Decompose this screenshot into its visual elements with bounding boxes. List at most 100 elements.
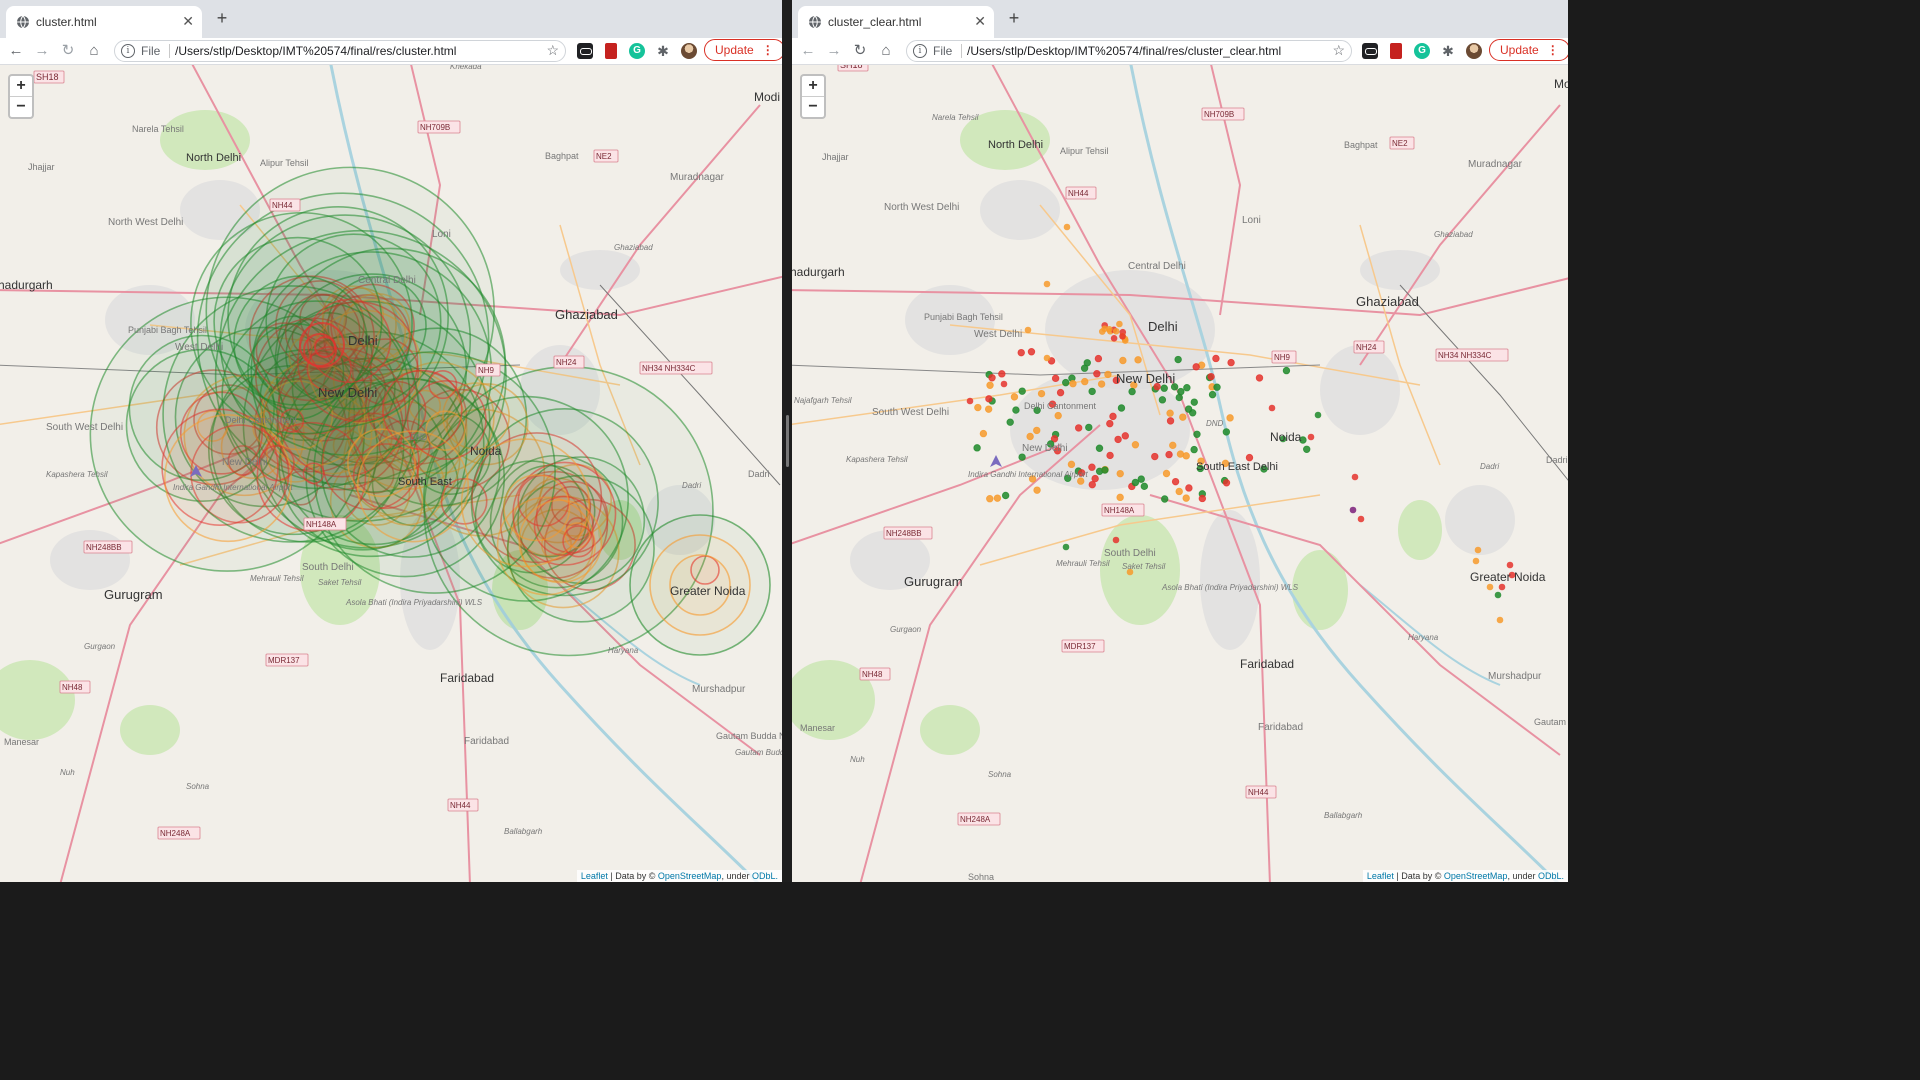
data-point xyxy=(1314,411,1322,419)
leaflet-map[interactable]: SH18 Khekada Modi Narela Tehsil NH709B North … xyxy=(0,65,782,882)
zoom-in-button[interactable]: + xyxy=(802,76,824,97)
data-point xyxy=(1101,466,1109,474)
window-divider[interactable] xyxy=(782,0,792,882)
data-point xyxy=(1188,409,1197,417)
cluster-circle xyxy=(518,499,603,584)
map-canvas[interactable]: SH18 Khekada Modi Narela Tehsil NH709B North … xyxy=(0,65,782,882)
address-bar[interactable]: i File /Users/stlp/Desktop/IMT%20574/fin… xyxy=(906,40,1352,62)
urban-area xyxy=(560,250,640,290)
leaflet-link[interactable]: Leaflet xyxy=(1367,871,1394,881)
place-label: Saket Tehsil xyxy=(318,578,362,587)
place-label: Najafgarh Tehsil xyxy=(794,396,852,405)
place-label: West Delhi xyxy=(974,329,1022,340)
place-label: NH24 xyxy=(1356,343,1377,352)
grammarly-icon[interactable]: G xyxy=(1414,43,1430,59)
park-area xyxy=(1292,550,1348,630)
data-point xyxy=(1081,377,1089,386)
new-tab-button[interactable]: + xyxy=(1004,8,1024,29)
back-button[interactable]: ← xyxy=(798,41,818,61)
profile-avatar[interactable] xyxy=(681,43,697,59)
forward-button[interactable]: → xyxy=(32,41,52,61)
menu-dots-icon: ⋮ xyxy=(761,43,774,57)
update-button[interactable]: Update ⋮ xyxy=(1489,39,1568,61)
data-point xyxy=(1357,515,1365,523)
place-label: West Delhi xyxy=(175,342,223,353)
close-tab-icon[interactable]: ✕ xyxy=(182,13,194,30)
data-point xyxy=(1190,398,1198,406)
extensions-puzzle-icon[interactable]: ✱ xyxy=(1440,43,1456,59)
grammarly-icon[interactable]: G xyxy=(629,43,645,59)
extension-bookmark-icon[interactable] xyxy=(1390,43,1402,59)
info-icon[interactable]: i xyxy=(121,44,135,58)
back-button[interactable]: ← xyxy=(6,41,26,61)
place-label: South Delhi xyxy=(302,562,354,573)
data-point xyxy=(1110,334,1118,342)
forward-button[interactable]: → xyxy=(824,41,844,61)
data-point xyxy=(1496,616,1504,624)
data-point xyxy=(1117,404,1126,412)
data-point xyxy=(1166,409,1174,417)
data-point xyxy=(1010,393,1019,401)
place-label: Greater Noida xyxy=(1470,570,1546,584)
place-label: NH248A xyxy=(160,829,191,838)
url-text[interactable]: /Users/stlp/Desktop/IMT%20574/final/res/… xyxy=(967,44,1281,58)
tab-cluster[interactable]: cluster.html ✕ xyxy=(6,6,202,38)
data-point xyxy=(1185,484,1193,492)
place-label: New Delhi xyxy=(318,385,377,400)
data-point xyxy=(1106,419,1114,428)
reload-button[interactable]: ↻ xyxy=(58,41,78,61)
osm-link[interactable]: OpenStreetMap xyxy=(658,871,722,881)
data-point xyxy=(1067,460,1076,469)
odbl-link[interactable]: ODbL. xyxy=(1538,871,1564,881)
map-canvas[interactable]: SH18 Mo NH709B Narela Tehsil North Delhi Alip… xyxy=(792,65,1568,882)
home-button[interactable]: ⌂ xyxy=(84,41,104,61)
place-label: Gurgaon xyxy=(890,625,922,634)
leaflet-map[interactable]: SH18 Mo NH709B Narela Tehsil North Delhi Alip… xyxy=(792,65,1568,882)
close-tab-icon[interactable]: ✕ xyxy=(974,13,986,30)
reload-button[interactable]: ↻ xyxy=(850,41,870,61)
bookmark-star-icon[interactable]: ☆ xyxy=(1332,42,1345,59)
address-bar[interactable]: i File /Users/stlp/Desktop/IMT%20574/fin… xyxy=(114,40,566,62)
new-tab-button[interactable]: + xyxy=(212,8,232,29)
data-point xyxy=(1486,583,1494,591)
place-label: SH18 xyxy=(840,65,863,70)
data-point xyxy=(1027,348,1036,356)
info-icon[interactable]: i xyxy=(913,44,927,58)
data-point xyxy=(1088,463,1096,471)
osm-link[interactable]: OpenStreetMap xyxy=(1444,871,1508,881)
data-point xyxy=(1063,223,1071,231)
data-point xyxy=(1349,506,1357,514)
place-label: MDR137 xyxy=(1064,642,1096,651)
data-point xyxy=(1000,380,1008,388)
leaflet-link[interactable]: Leaflet xyxy=(581,871,608,881)
place-label: Gautam Buddha Nagar xyxy=(1534,717,1568,727)
extension-game-icon[interactable] xyxy=(577,43,593,59)
odbl-link[interactable]: ODbL. xyxy=(752,871,778,881)
divider-handle[interactable] xyxy=(786,415,789,467)
place-label: Punjabi Bagh Tehsil xyxy=(128,325,207,335)
data-point xyxy=(1094,354,1103,363)
url-text[interactable]: /Users/stlp/Desktop/IMT%20574/final/res/… xyxy=(175,44,456,58)
place-label: NH709B xyxy=(1204,110,1234,119)
bookmark-star-icon[interactable]: ☆ xyxy=(546,42,559,59)
extension-game-icon[interactable] xyxy=(1362,43,1378,59)
tab-cluster-clear[interactable]: cluster_clear.html ✕ xyxy=(798,6,994,38)
place-label: Delhi Cantonment xyxy=(1024,401,1097,411)
data-point xyxy=(1161,495,1169,503)
profile-avatar[interactable] xyxy=(1466,43,1482,59)
update-button[interactable]: Update ⋮ xyxy=(704,39,782,61)
data-point xyxy=(1158,396,1167,404)
data-point xyxy=(986,494,994,503)
data-point xyxy=(1088,480,1096,489)
extensions-puzzle-icon[interactable]: ✱ xyxy=(655,43,671,59)
tab-strip: cluster_clear.html ✕ + xyxy=(792,0,1568,38)
extension-bookmark-icon[interactable] xyxy=(605,43,617,59)
zoom-out-button[interactable]: − xyxy=(10,97,32,117)
data-point xyxy=(1506,561,1514,569)
zoom-in-button[interactable]: + xyxy=(10,76,32,97)
zoom-out-button[interactable]: − xyxy=(802,97,824,117)
home-button[interactable]: ⌂ xyxy=(876,41,896,61)
place-label: North Delhi xyxy=(186,152,241,164)
place-label: Asola Bhati (Indira Priyadarshini) WLS xyxy=(1161,583,1299,592)
place-label: Indira Gandhi International Airport xyxy=(968,470,1089,479)
